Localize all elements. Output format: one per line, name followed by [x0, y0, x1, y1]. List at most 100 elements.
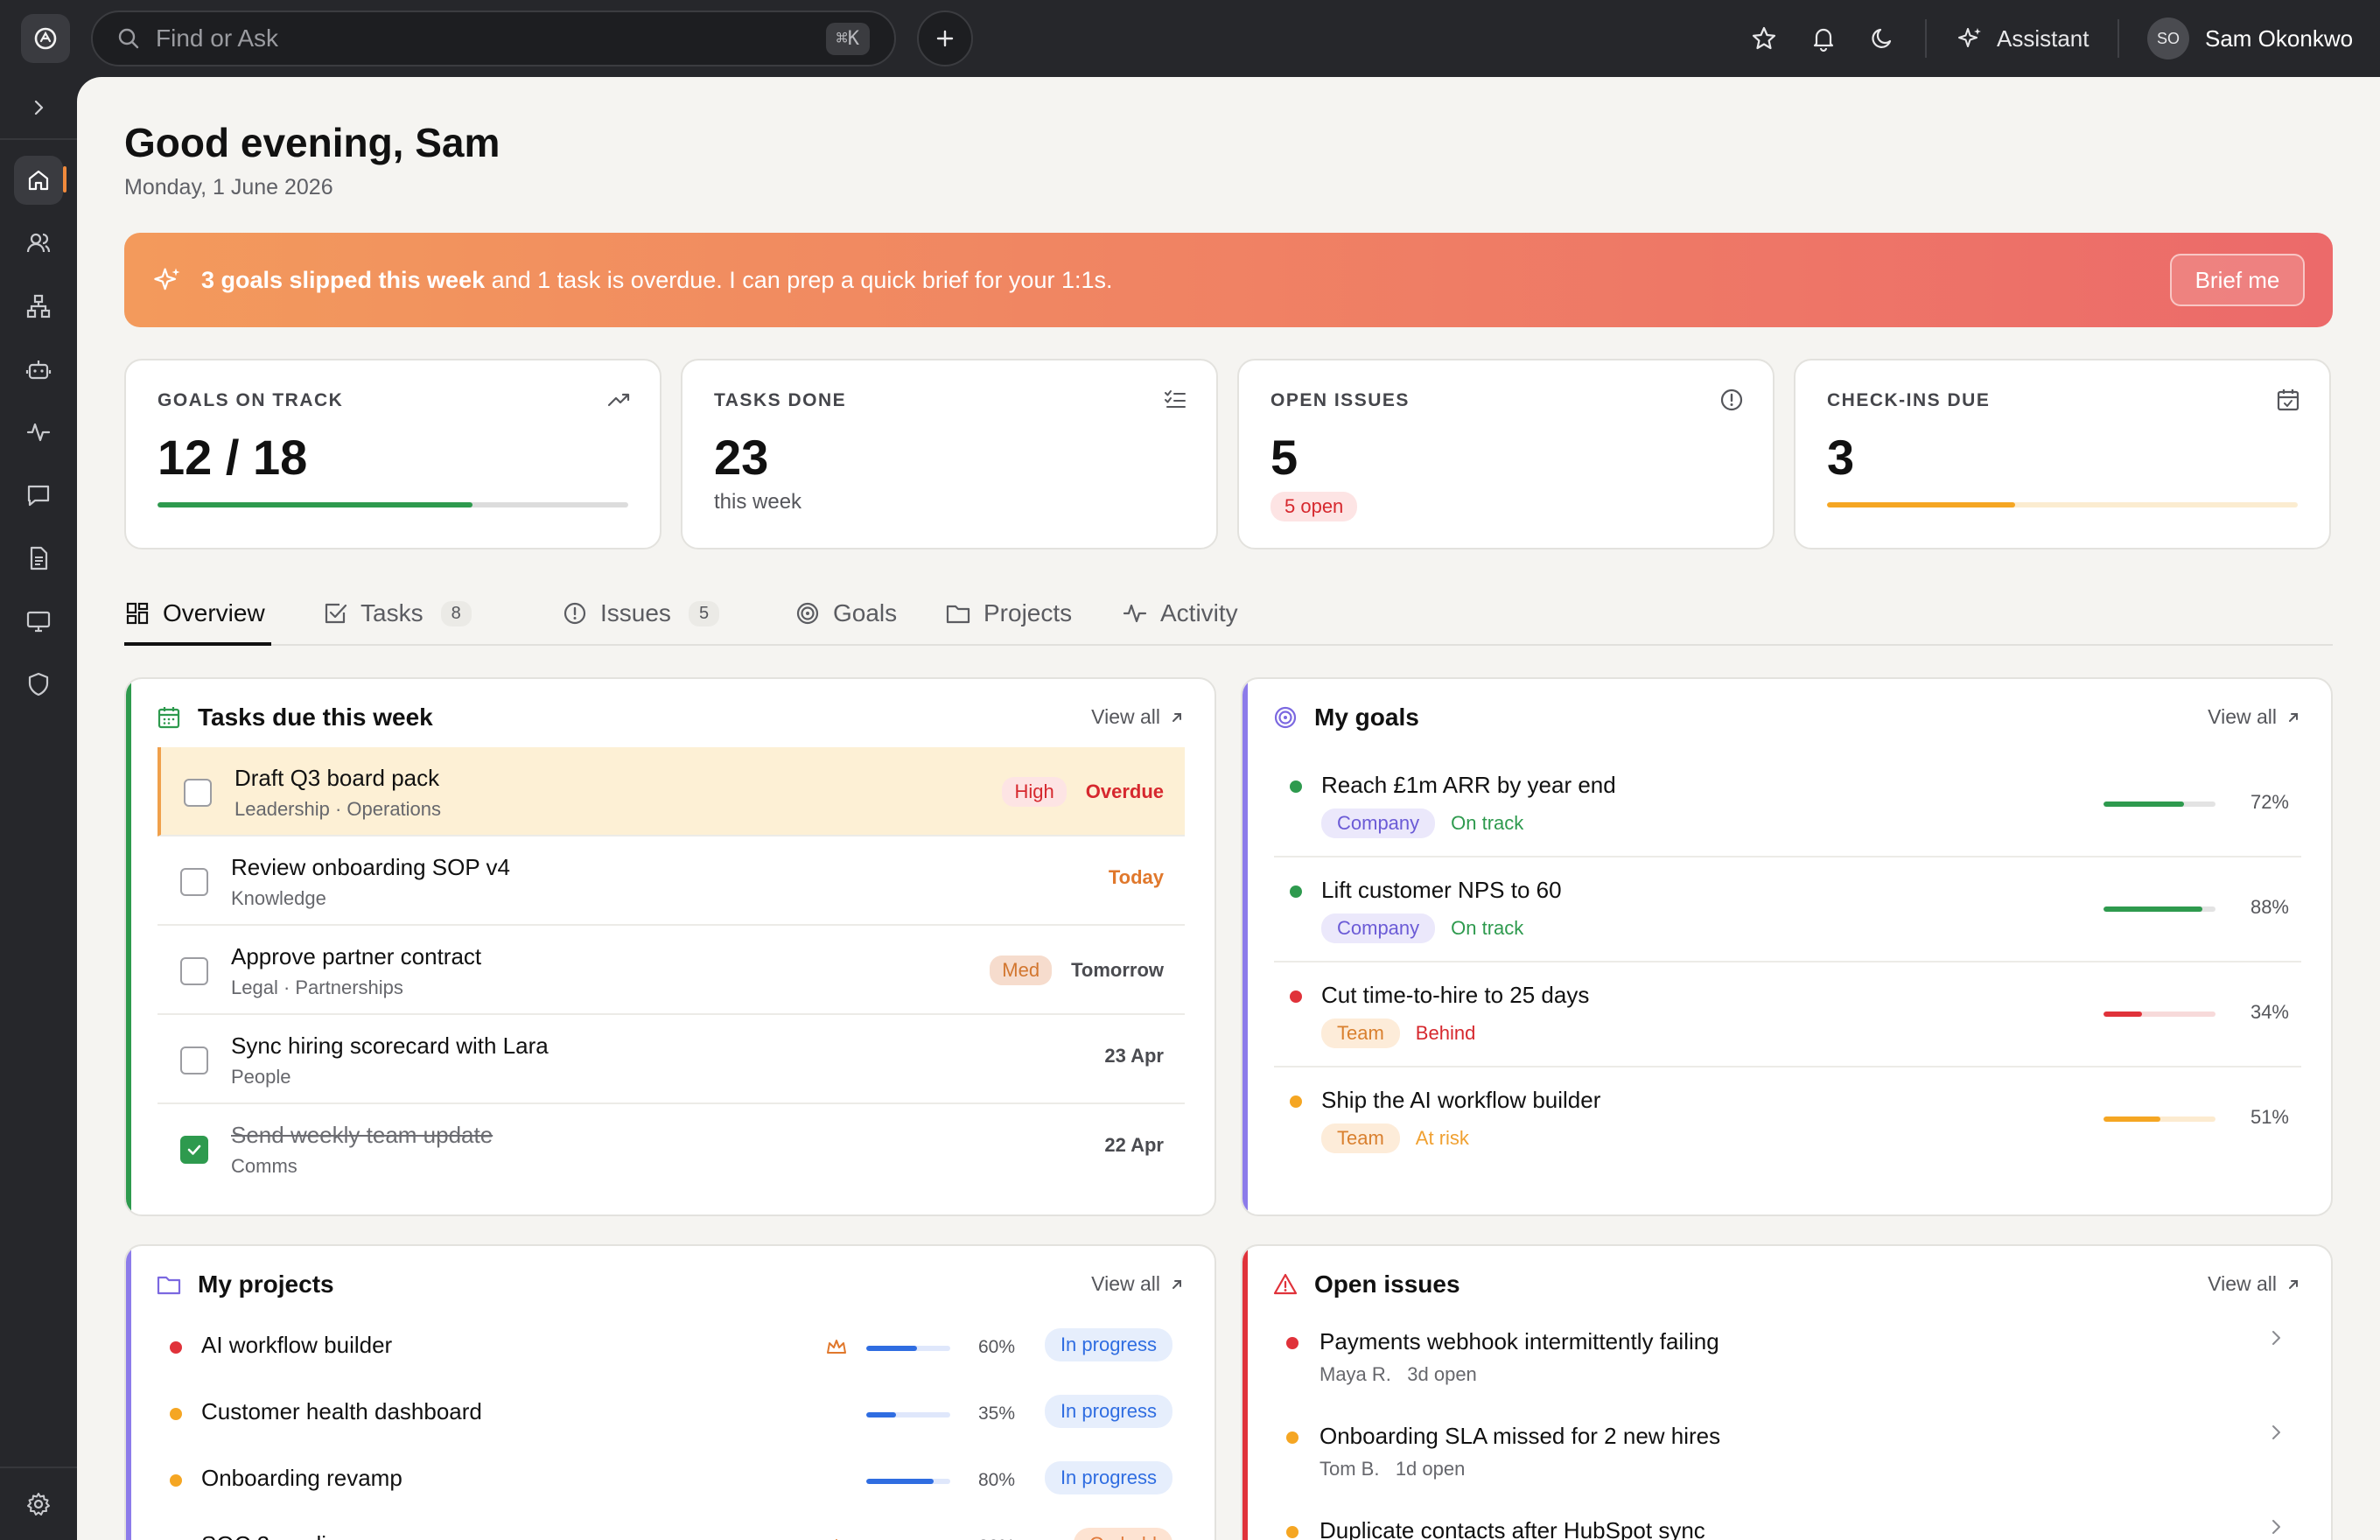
sidebar-item-home[interactable]	[14, 156, 63, 205]
progress-fill	[158, 502, 473, 508]
sidebar-item-settings[interactable]	[0, 1466, 77, 1540]
card-accent	[126, 679, 131, 1214]
tab-goals[interactable]: Goals	[794, 581, 897, 646]
view-all-link[interactable]: View all	[2208, 705, 2301, 729]
project-row[interactable]: SOC 2 readiness 20% On hold	[158, 1514, 1185, 1540]
tab-count: 5	[688, 600, 720, 626]
task-checkbox[interactable]	[184, 779, 212, 807]
calendar-icon	[158, 707, 180, 729]
due-label: Overdue	[1085, 780, 1164, 802]
tab-label: Projects	[984, 599, 1073, 626]
goal-status: Behind	[1415, 1022, 1476, 1044]
search-input[interactable]: Find or Ask	[156, 24, 826, 52]
card-title: My projects	[198, 1270, 334, 1298]
status-dot	[1286, 1432, 1298, 1444]
view-all-link[interactable]: View all	[1091, 705, 1185, 729]
favorites-button[interactable]	[1745, 19, 1783, 58]
progress-fill	[866, 1479, 934, 1484]
sidebar-item-messages[interactable]	[14, 471, 63, 520]
task-row[interactable]: Review onboarding SOP v4 Knowledge Today	[158, 836, 1185, 926]
tab-tasks[interactable]: Tasks 8	[322, 581, 472, 646]
sidebar-item-devices[interactable]	[14, 597, 63, 646]
task-meta: Comms	[231, 1155, 298, 1177]
task-checkbox[interactable]	[180, 868, 208, 896]
goal-row[interactable]: Ship the AI workflow builder Team At ris…	[1274, 1068, 2301, 1172]
assistant-button[interactable]: Assistant	[1956, 18, 2090, 60]
app-logo[interactable]	[21, 14, 70, 63]
status-dot	[1290, 990, 1302, 1003]
task-checkbox[interactable]	[180, 1046, 208, 1074]
star-icon	[1752, 26, 1776, 50]
sidebar-item-agents[interactable]	[14, 345, 63, 394]
project-status-badge: On hold	[1073, 1528, 1172, 1540]
issue-row[interactable]: Duplicate contacts after HubSpot sync	[1274, 1503, 2301, 1540]
alert-circle-icon	[1720, 388, 1743, 411]
project-percent: 35%	[977, 1404, 1015, 1424]
goal-row[interactable]: Reach £1m ARR by year end Company On tra…	[1274, 752, 2301, 858]
task-row[interactable]: Sync hiring scorecard with Lara People 2…	[158, 1015, 1185, 1104]
sidebar-item-org-chart[interactable]	[14, 282, 63, 331]
assistant-label: Assistant	[1997, 24, 2090, 52]
project-name: Customer health dashboard	[201, 1398, 482, 1424]
sidebar-item-activity[interactable]	[14, 408, 63, 457]
logo-icon	[34, 27, 57, 50]
view-all-label: View all	[1091, 1272, 1160, 1295]
task-row[interactable]: Approve partner contract Legal · Partner…	[158, 926, 1185, 1015]
status-dot	[1290, 780, 1302, 793]
task-meta: People	[231, 1066, 291, 1088]
monitor-icon	[26, 611, 51, 633]
tab-projects[interactable]: Projects	[945, 581, 1072, 646]
status-dot	[1290, 886, 1302, 898]
goal-percent: 34%	[2250, 1001, 2289, 1023]
task-row[interactable]: Send weekly team update Comms 22 Apr	[158, 1104, 1185, 1194]
goal-tags: Team Behind	[1321, 1018, 1475, 1048]
task-title: Approve partner contract	[231, 943, 482, 970]
project-row[interactable]: AI workflow builder 60% In progress	[158, 1314, 1185, 1381]
scope-tag: Team	[1321, 1124, 1400, 1153]
goal-row[interactable]: Lift customer NPS to 60 Company On track…	[1274, 858, 2301, 962]
view-all-link[interactable]: View all	[1091, 1272, 1185, 1296]
project-row[interactable]: Customer health dashboard 35% In progres…	[158, 1381, 1185, 1447]
task-checkbox[interactable]	[180, 957, 208, 985]
goal-percent: 51%	[2250, 1106, 2289, 1128]
task-badges: 23 Apr	[1104, 1045, 1164, 1068]
issue-row[interactable]: Payments webhook intermittently failing …	[1274, 1314, 2301, 1409]
goal-progress-bar	[2104, 802, 2216, 807]
sidebar-active-indicator	[63, 166, 66, 192]
user-menu[interactable]: SO Sam Okonkwo	[2147, 16, 2353, 61]
card-accent	[1242, 1246, 1248, 1540]
goal-row[interactable]: Cut time-to-hire to 25 days Team Behind …	[1274, 962, 2301, 1068]
theme-toggle-button[interactable]	[1864, 19, 1902, 58]
notifications-button[interactable]	[1804, 19, 1843, 58]
stat-label: TASKS DONE	[714, 390, 847, 410]
tab-activity[interactable]: Activity	[1122, 581, 1238, 646]
goal-percent: 88%	[2250, 896, 2289, 918]
issue-row[interactable]: Onboarding SLA missed for 2 new hires To…	[1274, 1409, 2301, 1503]
stat-card-checkins[interactable]: CHECK-INS DUE 3	[1794, 359, 2331, 550]
sidebar-item-security[interactable]	[14, 660, 63, 709]
task-row[interactable]: Draft Q3 board pack Leadership · Operati…	[158, 747, 1185, 836]
bell-icon	[1813, 28, 1834, 52]
chevron-right-icon	[2272, 1425, 2280, 1439]
my-projects-card: My projects View all AI workflow builder…	[124, 1244, 1216, 1540]
activity-icon	[26, 423, 51, 442]
sidebar-expand-button[interactable]	[0, 77, 77, 140]
status-dot	[170, 1474, 182, 1487]
project-row[interactable]: Onboarding revamp 80% In progress	[158, 1447, 1185, 1514]
create-button[interactable]	[917, 10, 973, 66]
sidebar-item-documents[interactable]	[14, 534, 63, 583]
stat-card-tasks[interactable]: TASKS DONE 23 this week	[681, 359, 1218, 550]
brief-me-button[interactable]: Brief me	[2170, 254, 2305, 306]
tab-overview[interactable]: Overview	[124, 581, 265, 646]
task-checkbox[interactable]	[180, 1136, 208, 1164]
tab-issues[interactable]: Issues 5	[562, 581, 720, 646]
stat-card-issues[interactable]: OPEN ISSUES 5 5 open	[1237, 359, 1774, 550]
task-meta: Legal · Partnerships	[231, 976, 403, 998]
stat-card-goals[interactable]: GOALS ON TRACK 12 / 18	[124, 359, 662, 550]
sidebar-item-people[interactable]	[14, 219, 63, 268]
view-all-link[interactable]: View all	[2208, 1272, 2301, 1296]
status-dot	[1286, 1337, 1298, 1349]
top-bar: Find or Ask ⌘K Assistant SO Sam Okonkwo	[0, 0, 2380, 77]
search-bar[interactable]: Find or Ask ⌘K	[91, 10, 896, 66]
project-progress-bar	[866, 1346, 950, 1351]
